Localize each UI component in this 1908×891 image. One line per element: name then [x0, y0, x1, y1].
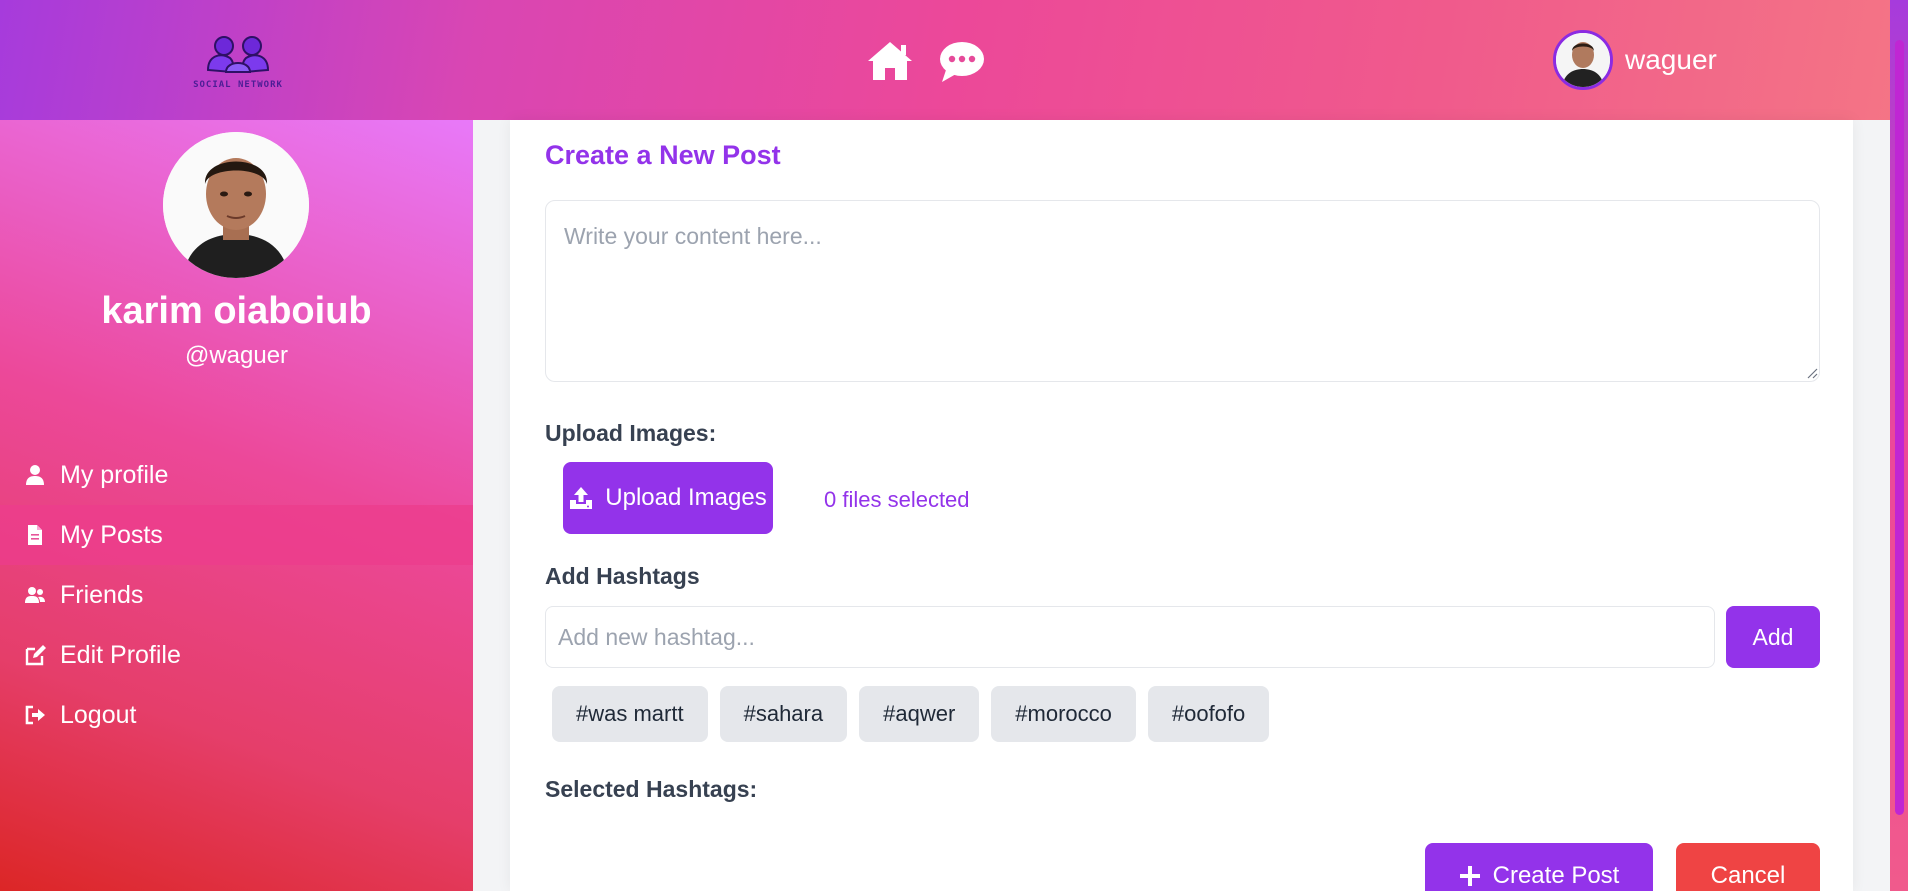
profile-photo-image: [163, 132, 309, 278]
post-content-textarea[interactable]: [545, 200, 1820, 382]
sidebar-item-label: Edit Profile: [60, 640, 181, 669]
home-icon[interactable]: [866, 38, 914, 84]
sidebar-menu: My profile My Posts Friends Edit Profile…: [0, 445, 473, 745]
page-title: Create a New Post: [545, 140, 781, 170]
sidebar-item-label: My Posts: [60, 520, 163, 549]
top-navbar: SOCIAL NETWORK waguer: [0, 0, 1908, 120]
add-hashtag-button[interactable]: Add: [1726, 606, 1820, 668]
resize-handle-icon[interactable]: [1807, 368, 1818, 379]
avatar[interactable]: [1553, 30, 1613, 90]
hashtag-chip[interactable]: #sahara: [719, 686, 848, 742]
files-selected-status: 0 files selected: [824, 487, 970, 512]
plus-icon: [1459, 866, 1480, 886]
sidebar-item-my-profile[interactable]: My profile: [0, 445, 473, 505]
logout-icon: [25, 705, 45, 725]
logo-icon: [206, 36, 270, 74]
users-icon: [25, 587, 45, 603]
profile-name: karim oiaboiub: [101, 290, 372, 332]
sidebar-item-my-posts[interactable]: My Posts: [0, 505, 473, 565]
chat-icon[interactable]: [938, 38, 986, 84]
create-post-card: Create a New Post Upload Images: Upload …: [510, 120, 1853, 891]
cancel-button[interactable]: Cancel: [1676, 843, 1820, 891]
main-nav: [866, 38, 986, 84]
suggested-hashtags: #was martt #sahara #aqwer #morocco #oofo…: [552, 686, 1270, 742]
sidebar-item-label: Logout: [60, 700, 137, 729]
header-username[interactable]: waguer: [1625, 44, 1717, 76]
hashtag-chip[interactable]: #morocco: [991, 686, 1136, 742]
upload-icon: [570, 487, 593, 509]
hashtag-input[interactable]: [545, 606, 1715, 668]
sidebar: karim oiaboiub @waguer My profile My Pos…: [0, 120, 473, 891]
hashtag-chip[interactable]: #was martt: [552, 686, 708, 742]
create-post-button[interactable]: Create Post: [1425, 843, 1653, 891]
avatar-photo: [1556, 33, 1610, 87]
sidebar-item-logout[interactable]: Logout: [0, 685, 473, 745]
sidebar-item-friends[interactable]: Friends: [0, 565, 473, 625]
sidebar-item-label: My profile: [60, 460, 169, 489]
hashtag-chip[interactable]: #aqwer: [859, 686, 980, 742]
upload-images-label: Upload Images:: [545, 420, 717, 446]
user-menu[interactable]: waguer: [1553, 30, 1717, 90]
edit-icon: [25, 645, 46, 666]
file-icon: [28, 525, 42, 545]
hashtag-chip[interactable]: #oofofo: [1147, 686, 1270, 742]
scrollbar-thumb[interactable]: [1895, 40, 1904, 815]
profile-avatar[interactable]: [163, 132, 309, 278]
upload-button-label: Upload Images: [605, 484, 767, 511]
logo-text: SOCIAL NETWORK: [193, 80, 283, 90]
sidebar-item-label: Friends: [60, 580, 144, 609]
app-logo[interactable]: SOCIAL NETWORK: [180, 32, 296, 90]
user-icon: [26, 465, 44, 485]
create-post-label: Create Post: [1492, 862, 1620, 889]
upload-images-button[interactable]: Upload Images: [563, 462, 773, 534]
profile-handle: @waguer: [184, 342, 289, 369]
page-scrollbar[interactable]: [1890, 0, 1908, 891]
sidebar-item-edit-profile[interactable]: Edit Profile: [0, 625, 473, 685]
add-hashtags-label: Add Hashtags: [545, 563, 700, 589]
selected-hashtags-label: Selected Hashtags:: [545, 776, 758, 802]
